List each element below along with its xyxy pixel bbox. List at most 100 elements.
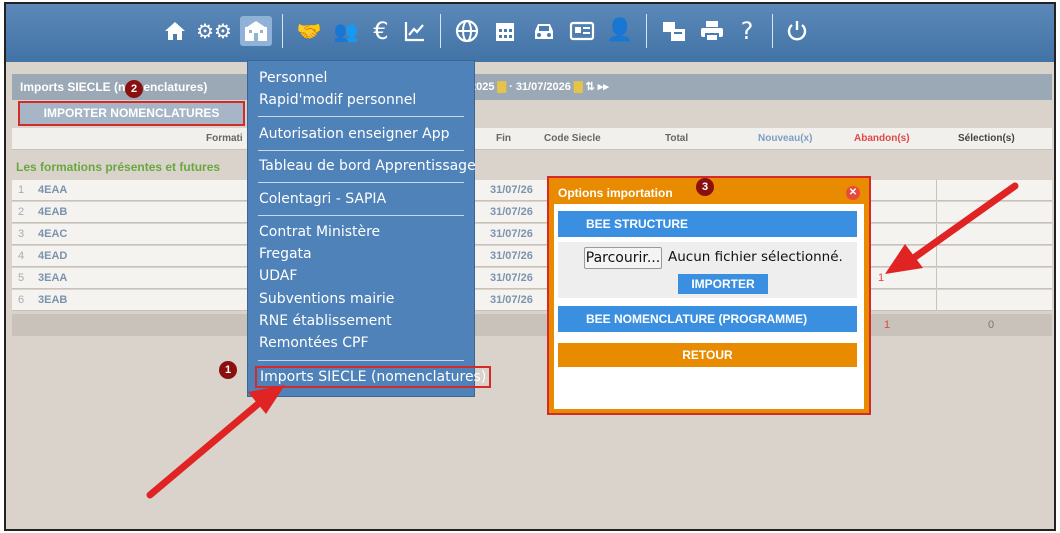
formation-code[interactable]: 3EAB (38, 294, 67, 306)
cell-divider (936, 268, 937, 289)
globe-icon[interactable] (452, 16, 482, 46)
menu-divider (258, 116, 464, 117)
cell-divider (936, 290, 937, 311)
file-status-text: Aucun fichier sélectionné. (668, 249, 843, 265)
table-row[interactable]: 3 4EAC 31/07/26 (12, 224, 1052, 245)
refresh-icon[interactable]: ⇅ (585, 81, 594, 93)
column-header-code-siecle[interactable]: Code Siecle (544, 133, 601, 144)
page-title-bar: Imports SIECLE (nomenclatures) 2025 ▇ · … (12, 74, 1052, 100)
cell-divider (936, 246, 937, 267)
top-toolbar: ⚙⚙ 🤝 👥 € 👤 ? (6, 4, 1054, 62)
group-label: Les formations présentes et futures (16, 160, 221, 174)
menu-item-personnel[interactable]: Personnel (259, 70, 327, 86)
menu-item-colentagri-sapia[interactable]: Colentagri - SAPIA (259, 191, 386, 207)
table-header: Formati Fin Code Siecle Total Nouveau(x)… (12, 128, 1052, 150)
bee-nomenclature-button[interactable]: BEE NOMENCLATURE (PROGRAMME) (558, 306, 857, 332)
table-row[interactable]: 6 3EAB 31/07/26 (12, 290, 1052, 311)
toolbar-separator (440, 14, 441, 48)
car-icon[interactable] (528, 16, 560, 46)
totals-row: 1 0 (12, 314, 1052, 336)
formation-code[interactable]: 4EAB (38, 206, 67, 218)
printer-icon[interactable] (696, 16, 728, 46)
menu-item-udaf[interactable]: UDAF (259, 268, 297, 284)
column-header-abandons[interactable]: Abandon(s) (854, 133, 910, 144)
dialog-body: Options importation ✕ BEE STRUCTURE Parc… (554, 182, 864, 409)
mail-print-icon[interactable] (658, 16, 690, 46)
end-date: 31/07/26 (490, 228, 533, 240)
power-icon[interactable] (782, 16, 812, 46)
calendar-icon[interactable]: ▇ (498, 81, 506, 93)
home-icon[interactable] (160, 16, 190, 46)
row-number: 2 (18, 206, 25, 218)
toolbar-separator (282, 14, 283, 48)
column-header-fin[interactable]: Fin (496, 133, 511, 144)
formation-code[interactable]: 3EAA (38, 272, 67, 284)
school-icon[interactable] (240, 16, 272, 46)
cell-divider (936, 224, 937, 245)
forward-icon[interactable]: ▸▸ (598, 81, 609, 93)
menu-item-rne-etablissement[interactable]: RNE établissement (259, 313, 392, 329)
euro-icon[interactable]: € (368, 16, 394, 46)
menu-item-autorisation-enseigner-app[interactable]: Autorisation enseigner App (259, 126, 450, 142)
column-header-formation[interactable]: Formati (206, 133, 243, 144)
table-row[interactable]: 1 4EAA 31/07/26 (12, 180, 1052, 201)
column-header-selections[interactable]: Sélection(s) (958, 133, 1015, 144)
retour-button[interactable]: RETOUR (558, 343, 857, 367)
menu-divider (258, 360, 464, 361)
column-header-nouveaux[interactable]: Nouveau(x) (758, 133, 812, 144)
importer-button[interactable]: IMPORTER (678, 274, 768, 294)
calendar-icon[interactable]: ▇ (574, 81, 582, 93)
dialog-title: Options importation (558, 186, 673, 200)
formation-code[interactable]: 4EAC (38, 228, 67, 240)
school-dropdown-menu: Personnel Rapid'modif personnel Autorisa… (247, 60, 492, 397)
menu-item-tableau-de-bord-apprentissage[interactable]: Tableau de bord Apprentissage (259, 158, 476, 174)
help-icon[interactable]: ? (734, 16, 760, 46)
date-end[interactable]: 31/07/2026 (516, 81, 571, 93)
handshake-icon[interactable]: 🤝 (292, 16, 326, 46)
import-nomenclatures-button[interactable]: IMPORTER NOMENCLATURES (18, 101, 245, 126)
formation-code[interactable]: 4EAA (38, 184, 67, 196)
cell-divider (936, 202, 937, 223)
cell-divider (936, 180, 937, 201)
table-row[interactable]: 5 3EAA 31/07/26 1 (12, 268, 1052, 289)
menu-divider (258, 215, 464, 216)
end-date: 31/07/26 (490, 206, 533, 218)
page-title: Imports SIECLE (nomenclatures) (20, 80, 208, 94)
table-row[interactable]: 2 4EAB 31/07/26 (12, 202, 1052, 223)
browse-button[interactable]: Parcourir... (584, 247, 662, 269)
toolbar-separator (772, 14, 773, 48)
menu-item-remontees-cpf[interactable]: Remontées CPF (259, 335, 369, 351)
step-badge-2: 2 (125, 80, 143, 98)
close-icon[interactable]: ✕ (846, 186, 860, 200)
menu-item-fregata[interactable]: Fregata (259, 246, 312, 262)
step-badge-1: 1 (219, 361, 237, 379)
end-date: 31/07/26 (490, 294, 533, 306)
total-selections: 0 (988, 319, 995, 331)
chart-icon[interactable] (400, 16, 430, 46)
row-number: 3 (18, 228, 25, 240)
formation-code[interactable]: 4EAD (38, 250, 67, 262)
app-window: ⚙⚙ 🤝 👥 € 👤 ? Imports SIECLE (nomenclatur… (4, 2, 1056, 531)
table-row[interactable]: 4 4EAD 31/07/26 (12, 246, 1052, 267)
step-badge-3: 3 (696, 178, 714, 196)
date-range: 2025 ▇ · 31/07/2026 ▇ ⇅ ▸▸ (470, 81, 609, 93)
bee-structure-button[interactable]: BEE STRUCTURE (558, 211, 857, 237)
menu-item-rapid-modif-personnel[interactable]: Rapid'modif personnel (259, 92, 416, 108)
end-date: 31/07/26 (490, 272, 533, 284)
menu-item-subventions-mairie[interactable]: Subventions mairie (259, 291, 394, 307)
row-number: 4 (18, 250, 25, 262)
menu-divider (258, 150, 464, 151)
row-number: 5 (18, 272, 25, 284)
column-header-total[interactable]: Total (665, 133, 688, 144)
abandon-count[interactable]: 1 (878, 272, 884, 284)
user-clock-icon[interactable]: 👤 (604, 16, 636, 46)
group-icon[interactable]: 👥 (328, 16, 364, 46)
menu-divider (258, 182, 464, 183)
id-card-icon[interactable] (566, 16, 598, 46)
menu-item-imports-siecle[interactable]: Imports SIECLE (nomenclatures) (255, 366, 492, 388)
settings-icon[interactable]: ⚙⚙ (196, 16, 232, 46)
calendar-icon[interactable] (490, 16, 520, 46)
total-abandons: 1 (884, 319, 891, 331)
menu-item-contrat-ministere[interactable]: Contrat Ministère (259, 224, 380, 240)
end-date: 31/07/26 (490, 250, 533, 262)
